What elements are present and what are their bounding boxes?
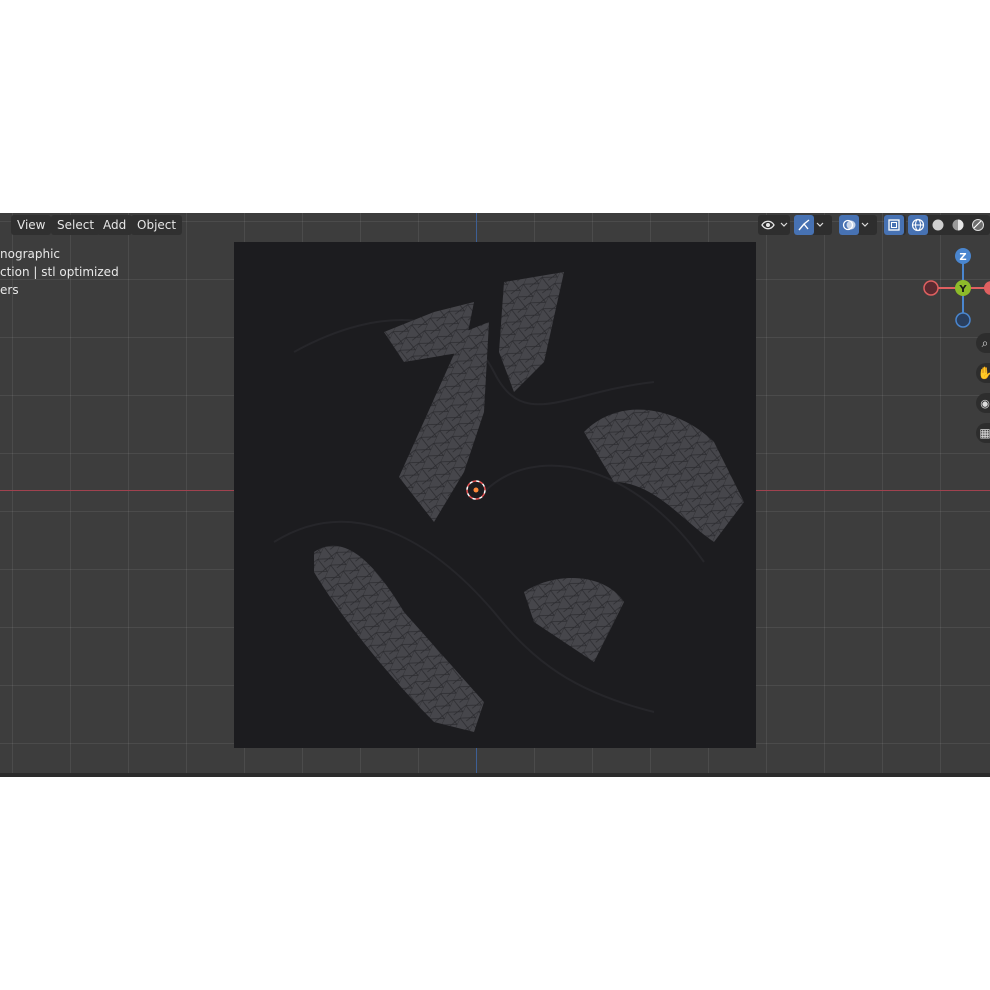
units-text: ers (0, 283, 19, 297)
zoom-button[interactable]: ⌕ (976, 333, 990, 353)
y-axis-handle[interactable]: Y (955, 280, 971, 296)
zoom-icon: ⌕ (981, 335, 989, 350)
chevron-down-icon (814, 215, 826, 235)
grid-toggle-button[interactable]: ▦ (976, 423, 990, 443)
svg-text:Z: Z (959, 252, 966, 263)
solid-shading-icon[interactable] (928, 215, 948, 235)
pan-icon: ✋ (977, 366, 990, 380)
overlay-toggle[interactable] (839, 215, 877, 235)
collection-info-text: ction | stl optimized (0, 265, 119, 279)
x-negative-handle[interactable] (923, 280, 939, 296)
visibility-dropdown[interactable] (758, 215, 790, 235)
grid-icon: ▦ (979, 426, 990, 440)
view-menu[interactable]: View (11, 215, 52, 235)
xray-icon (884, 215, 904, 235)
overlay-icon (839, 215, 859, 235)
view-name-text: nographic (0, 247, 61, 261)
object-menu[interactable]: Object (131, 215, 183, 235)
shading-mode-group (908, 215, 990, 235)
gizmo-icon (794, 215, 814, 235)
xray-toggle[interactable] (884, 215, 906, 235)
navigation-gizmo[interactable]: Z Y (915, 242, 990, 332)
x-axis-handle[interactable] (984, 281, 990, 295)
camera-button[interactable]: ◉ (976, 393, 990, 413)
rendered-shading-icon[interactable] (968, 215, 988, 235)
chevron-down-icon (778, 215, 790, 235)
mesh-object[interactable] (234, 242, 756, 748)
viewport-header: View Select Add Object (0, 213, 990, 237)
add-menu[interactable]: Add (97, 215, 133, 235)
z-axis-handle[interactable]: Z (955, 248, 971, 264)
3d-viewport[interactable]: View Select Add Object nographic ction |… (0, 213, 990, 777)
eye-icon (758, 215, 778, 235)
gizmo-toggle[interactable] (794, 215, 832, 235)
material-shading-icon[interactable] (948, 215, 968, 235)
wireframe-shading-icon[interactable] (908, 215, 928, 235)
svg-text:Y: Y (958, 284, 967, 295)
select-menu[interactable]: Select (51, 215, 101, 235)
camera-icon: ◉ (980, 396, 990, 410)
chevron-down-icon (859, 215, 871, 235)
pan-button[interactable]: ✋ (976, 363, 990, 383)
viewport-bottom-border (0, 773, 990, 777)
z-negative-handle[interactable] (955, 312, 971, 328)
